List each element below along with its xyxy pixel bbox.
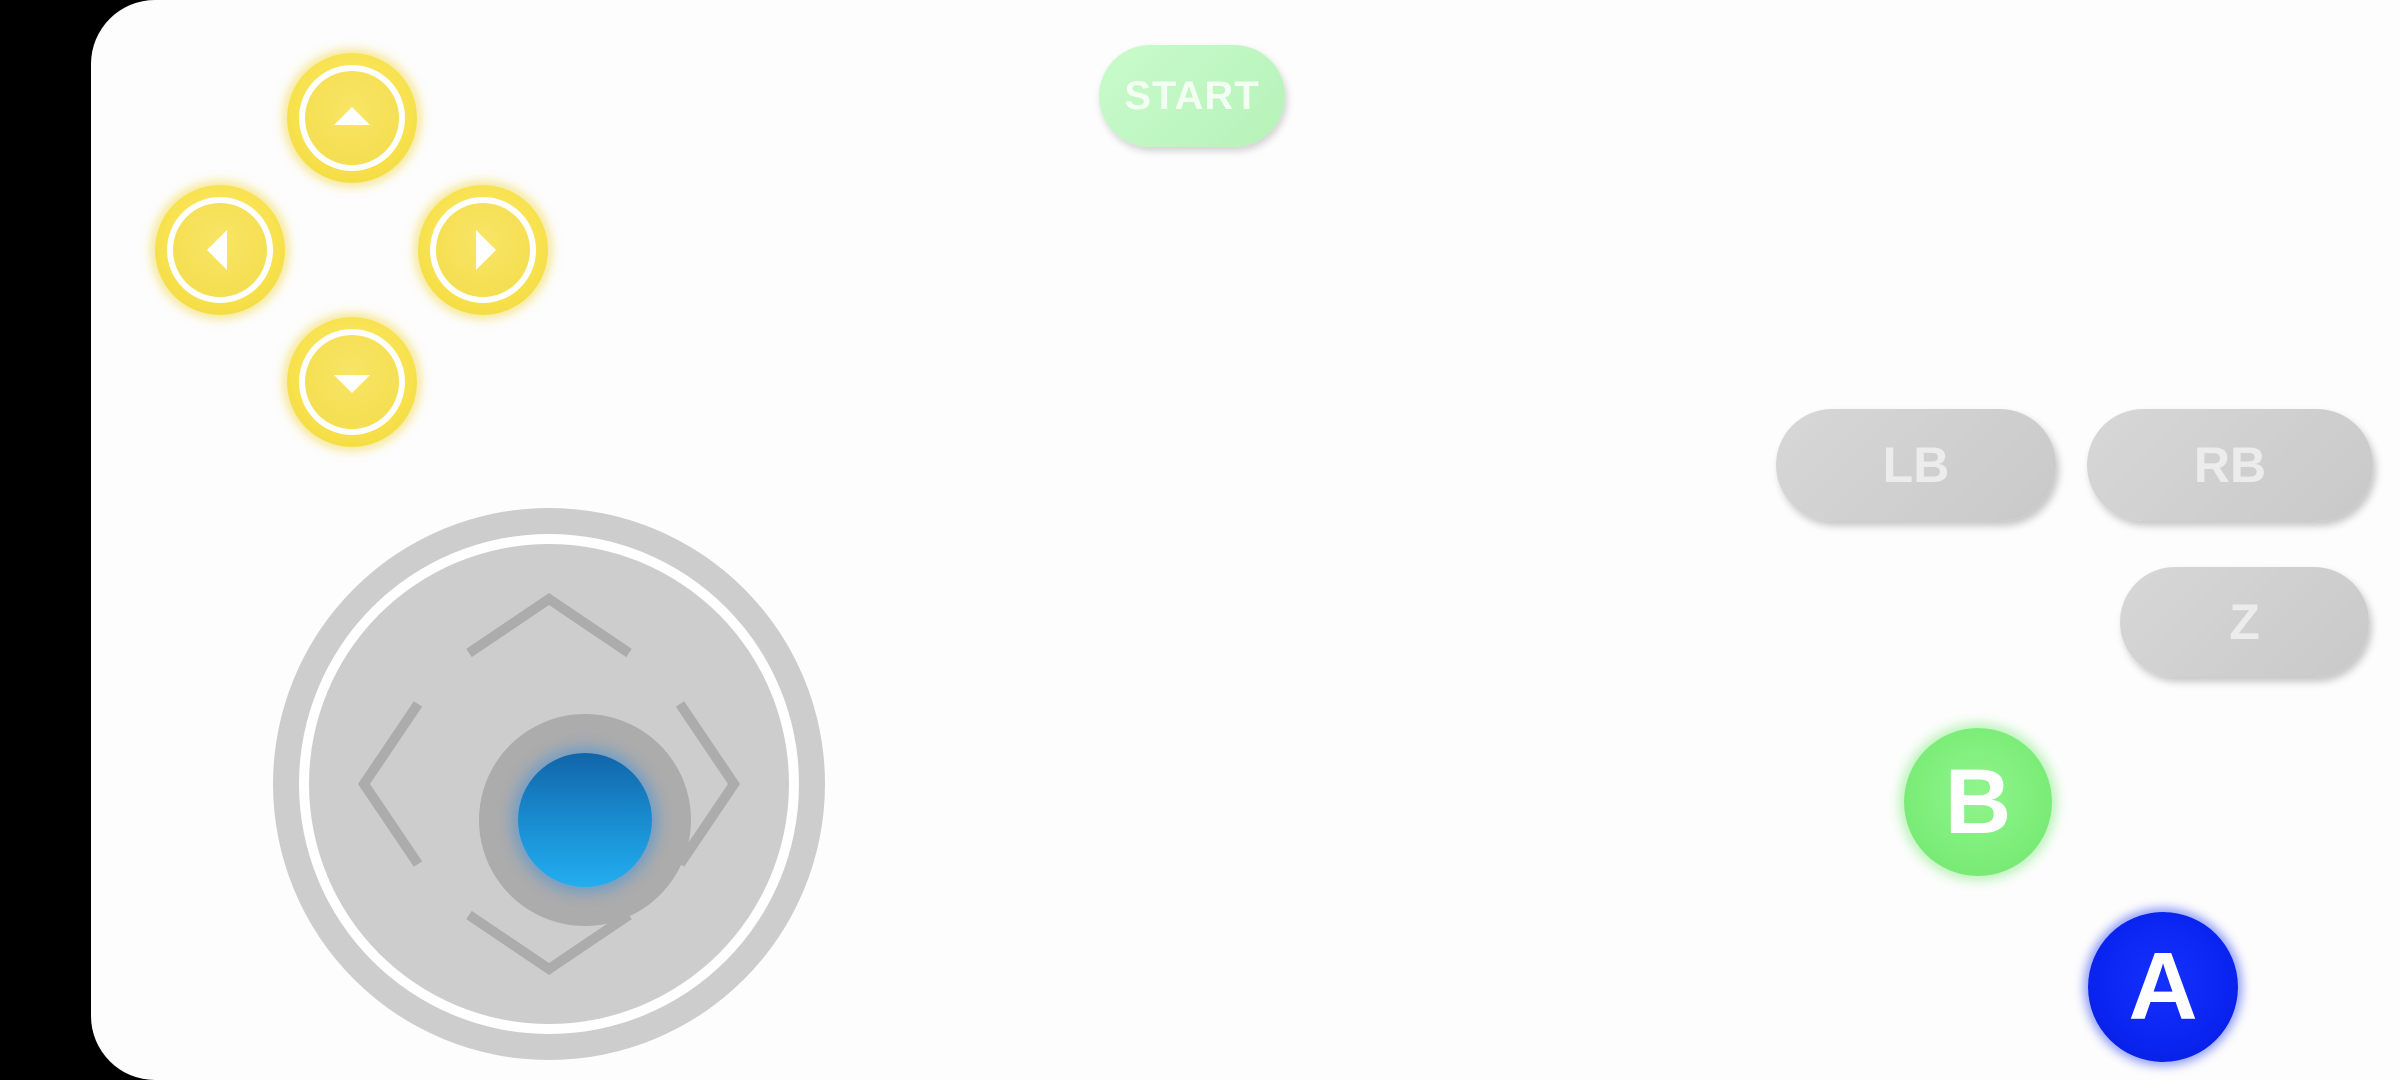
dpad-down-button[interactable] <box>287 317 417 447</box>
z-button[interactable]: Z <box>2120 567 2369 677</box>
b-button[interactable]: B <box>1904 728 2052 876</box>
triangle-left-icon <box>207 230 227 270</box>
triangle-down-icon <box>334 375 370 393</box>
dpad-left-button[interactable] <box>155 185 285 315</box>
triangle-right-icon <box>476 230 496 270</box>
start-button[interactable]: START <box>1099 45 1285 147</box>
controller-panel: START LB RB Z B A <box>91 0 2400 1080</box>
joystick-base[interactable] <box>273 508 825 1060</box>
a-button[interactable]: A <box>2088 912 2238 1062</box>
chevron-arrows-icon <box>357 592 741 976</box>
lb-button[interactable]: LB <box>1776 409 2056 521</box>
screen: START LB RB Z B A <box>0 0 2400 1080</box>
triangle-up-icon <box>334 107 370 125</box>
dpad-up-button[interactable] <box>287 53 417 183</box>
dpad-right-button[interactable] <box>418 185 548 315</box>
rb-button[interactable]: RB <box>2087 409 2373 521</box>
